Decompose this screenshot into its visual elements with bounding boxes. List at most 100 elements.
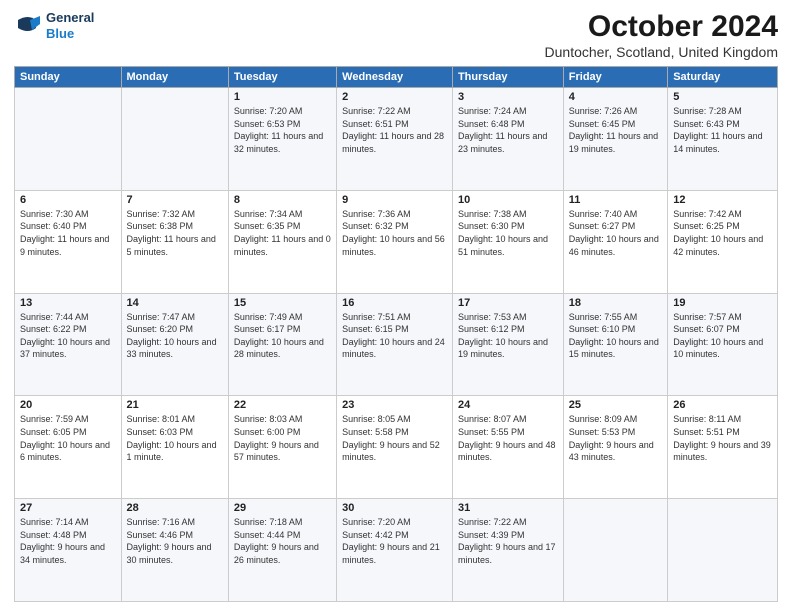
calendar-cell: 2Sunrise: 7:22 AMSunset: 6:51 PMDaylight… bbox=[337, 88, 453, 191]
calendar-cell bbox=[668, 499, 778, 602]
day-number: 21 bbox=[127, 399, 223, 411]
day-number: 10 bbox=[458, 194, 558, 206]
subtitle: Duntocher, Scotland, United Kingdom bbox=[545, 44, 778, 60]
calendar-cell: 31 Sunrise: 7:22 AMSunset: 4:39 PMDayligh… bbox=[452, 499, 563, 602]
logo-text: General Blue bbox=[46, 10, 94, 41]
calendar-cell: 6Sunrise: 7:30 AMSunset: 6:40 PMDaylight… bbox=[15, 190, 122, 293]
day-number: 4 bbox=[569, 91, 662, 103]
calendar-cell: 17Sunrise: 7:53 AMSunset: 6:12 PMDayligh… bbox=[452, 293, 563, 396]
day-number: 8 bbox=[234, 194, 331, 206]
day-number: 7 bbox=[127, 194, 223, 206]
calendar-week-4: 20 Sunrise: 7:59 AMSunset: 6:05 PMDayligh… bbox=[15, 396, 778, 499]
calendar-week-3: 13Sunrise: 7:44 AMSunset: 6:22 PMDayligh… bbox=[15, 293, 778, 396]
day-number: 11 bbox=[569, 194, 662, 206]
day-number: 18 bbox=[569, 297, 662, 309]
calendar-cell: 22Sunrise: 8:03 AMSunset: 6:00 PMDayligh… bbox=[228, 396, 336, 499]
cell-info: Sunrise: 7:20 AMSunset: 4:42 PMDaylight:… bbox=[342, 516, 447, 566]
calendar-cell: 3 Sunrise: 7:24 AMSunset: 6:48 PMDaylight… bbox=[452, 88, 563, 191]
calendar-week-5: 27Sunrise: 7:14 AMSunset: 4:48 PMDayligh… bbox=[15, 499, 778, 602]
logo-icon bbox=[14, 12, 42, 40]
col-monday: Monday bbox=[121, 67, 228, 88]
calendar-cell: 16 Sunrise: 7:51 AMSunset: 6:15 PMDayligh… bbox=[337, 293, 453, 396]
day-number: 16 bbox=[342, 297, 447, 309]
cell-info: Sunrise: 7:22 AMSunset: 4:39 PMDaylight:… bbox=[458, 516, 558, 566]
calendar-cell: 29 Sunrise: 7:18 AMSunset: 4:44 PMDayligh… bbox=[228, 499, 336, 602]
col-friday: Friday bbox=[563, 67, 667, 88]
cell-info: Sunrise: 7:57 AMSunset: 6:07 PMDaylight:… bbox=[673, 311, 772, 361]
calendar-cell: 13Sunrise: 7:44 AMSunset: 6:22 PMDayligh… bbox=[15, 293, 122, 396]
day-number: 17 bbox=[458, 297, 558, 309]
col-saturday: Saturday bbox=[668, 67, 778, 88]
day-number: 22 bbox=[234, 399, 331, 411]
day-number: 20 bbox=[20, 399, 116, 411]
title-block: October 2024 Duntocher, Scotland, United… bbox=[545, 10, 778, 60]
day-number: 27 bbox=[20, 502, 116, 514]
calendar-cell bbox=[121, 88, 228, 191]
cell-info: Sunrise: 7:49 AMSunset: 6:17 PMDaylight:… bbox=[234, 311, 331, 361]
calendar-cell: 24 Sunrise: 8:07 AMSunset: 5:55 PMDayligh… bbox=[452, 396, 563, 499]
calendar-cell: 18 Sunrise: 7:55 AMSunset: 6:10 PMDayligh… bbox=[563, 293, 667, 396]
page-header: General Blue October 2024 Duntocher, Sco… bbox=[14, 10, 778, 60]
day-number: 15 bbox=[234, 297, 331, 309]
day-number: 3 bbox=[458, 91, 558, 103]
calendar-week-2: 6Sunrise: 7:30 AMSunset: 6:40 PMDaylight… bbox=[15, 190, 778, 293]
calendar-cell: 14 Sunrise: 7:47 AMSunset: 6:20 PMDayligh… bbox=[121, 293, 228, 396]
calendar-cell: 30Sunrise: 7:20 AMSunset: 4:42 PMDayligh… bbox=[337, 499, 453, 602]
cell-info: Sunrise: 8:05 AMSunset: 5:58 PMDaylight:… bbox=[342, 413, 447, 463]
day-number: 31 bbox=[458, 502, 558, 514]
cell-info: Sunrise: 7:30 AMSunset: 6:40 PMDaylight:… bbox=[20, 208, 116, 258]
cell-info: Sunrise: 7:32 AMSunset: 6:38 PMDaylight:… bbox=[127, 208, 223, 258]
cell-info: Sunrise: 7:38 AMSunset: 6:30 PMDaylight:… bbox=[458, 208, 558, 258]
calendar-cell: 25 Sunrise: 8:09 AMSunset: 5:53 PMDayligh… bbox=[563, 396, 667, 499]
day-number: 24 bbox=[458, 399, 558, 411]
cell-info: Sunrise: 7:51 AMSunset: 6:15 PMDaylight:… bbox=[342, 311, 447, 361]
cell-info: Sunrise: 8:01 AMSunset: 6:03 PMDaylight:… bbox=[127, 413, 223, 463]
calendar-cell: 21 Sunrise: 8:01 AMSunset: 6:03 PMDayligh… bbox=[121, 396, 228, 499]
calendar-table: Sunday Monday Tuesday Wednesday Thursday… bbox=[14, 66, 778, 602]
main-title: October 2024 bbox=[545, 10, 778, 44]
day-number: 23 bbox=[342, 399, 447, 411]
cell-info: Sunrise: 8:07 AMSunset: 5:55 PMDaylight:… bbox=[458, 413, 558, 463]
col-wednesday: Wednesday bbox=[337, 67, 453, 88]
calendar-cell: 10 Sunrise: 7:38 AMSunset: 6:30 PMDayligh… bbox=[452, 190, 563, 293]
calendar-cell: 19 Sunrise: 7:57 AMSunset: 6:07 PMDayligh… bbox=[668, 293, 778, 396]
calendar-week-1: 1Sunrise: 7:20 AMSunset: 6:53 PMDaylight… bbox=[15, 88, 778, 191]
cell-info: Sunrise: 8:09 AMSunset: 5:53 PMDaylight:… bbox=[569, 413, 662, 463]
cell-info: Sunrise: 7:16 AMSunset: 4:46 PMDaylight:… bbox=[127, 516, 223, 566]
day-number: 12 bbox=[673, 194, 772, 206]
cell-info: Sunrise: 7:55 AMSunset: 6:10 PMDaylight:… bbox=[569, 311, 662, 361]
col-thursday: Thursday bbox=[452, 67, 563, 88]
calendar-cell: 8 Sunrise: 7:34 AMSunset: 6:35 PMDaylight… bbox=[228, 190, 336, 293]
calendar-cell bbox=[563, 499, 667, 602]
calendar-cell: 28 Sunrise: 7:16 AMSunset: 4:46 PMDayligh… bbox=[121, 499, 228, 602]
cell-info: Sunrise: 7:59 AMSunset: 6:05 PMDaylight:… bbox=[20, 413, 116, 463]
day-number: 5 bbox=[673, 91, 772, 103]
cell-info: Sunrise: 7:42 AMSunset: 6:25 PMDaylight:… bbox=[673, 208, 772, 258]
cell-info: Sunrise: 7:47 AMSunset: 6:20 PMDaylight:… bbox=[127, 311, 223, 361]
cell-info: Sunrise: 7:24 AMSunset: 6:48 PMDaylight:… bbox=[458, 105, 558, 155]
cell-info: Sunrise: 7:36 AMSunset: 6:32 PMDaylight:… bbox=[342, 208, 447, 258]
header-row: Sunday Monday Tuesday Wednesday Thursday… bbox=[15, 67, 778, 88]
calendar-cell bbox=[15, 88, 122, 191]
calendar-cell: 4Sunrise: 7:26 AMSunset: 6:45 PMDaylight… bbox=[563, 88, 667, 191]
cell-info: Sunrise: 7:18 AMSunset: 4:44 PMDaylight:… bbox=[234, 516, 331, 566]
calendar-cell: 11 Sunrise: 7:40 AMSunset: 6:27 PMDayligh… bbox=[563, 190, 667, 293]
calendar-cell: 27Sunrise: 7:14 AMSunset: 4:48 PMDayligh… bbox=[15, 499, 122, 602]
day-number: 13 bbox=[20, 297, 116, 309]
cell-info: Sunrise: 7:28 AMSunset: 6:43 PMDaylight:… bbox=[673, 105, 772, 155]
day-number: 14 bbox=[127, 297, 223, 309]
calendar-cell: 20 Sunrise: 7:59 AMSunset: 6:05 PMDayligh… bbox=[15, 396, 122, 499]
day-number: 28 bbox=[127, 502, 223, 514]
day-number: 29 bbox=[234, 502, 331, 514]
day-number: 25 bbox=[569, 399, 662, 411]
calendar-cell: 26Sunrise: 8:11 AMSunset: 5:51 PMDayligh… bbox=[668, 396, 778, 499]
calendar-cell: 12 Sunrise: 7:42 AMSunset: 6:25 PMDayligh… bbox=[668, 190, 778, 293]
day-number: 19 bbox=[673, 297, 772, 309]
cell-info: Sunrise: 7:34 AMSunset: 6:35 PMDaylight:… bbox=[234, 208, 331, 258]
col-tuesday: Tuesday bbox=[228, 67, 336, 88]
day-number: 2 bbox=[342, 91, 447, 103]
calendar-cell: 15 Sunrise: 7:49 AMSunset: 6:17 PMDayligh… bbox=[228, 293, 336, 396]
logo: General Blue bbox=[14, 10, 94, 41]
calendar-cell: 1Sunrise: 7:20 AMSunset: 6:53 PMDaylight… bbox=[228, 88, 336, 191]
cell-info: Sunrise: 7:40 AMSunset: 6:27 PMDaylight:… bbox=[569, 208, 662, 258]
